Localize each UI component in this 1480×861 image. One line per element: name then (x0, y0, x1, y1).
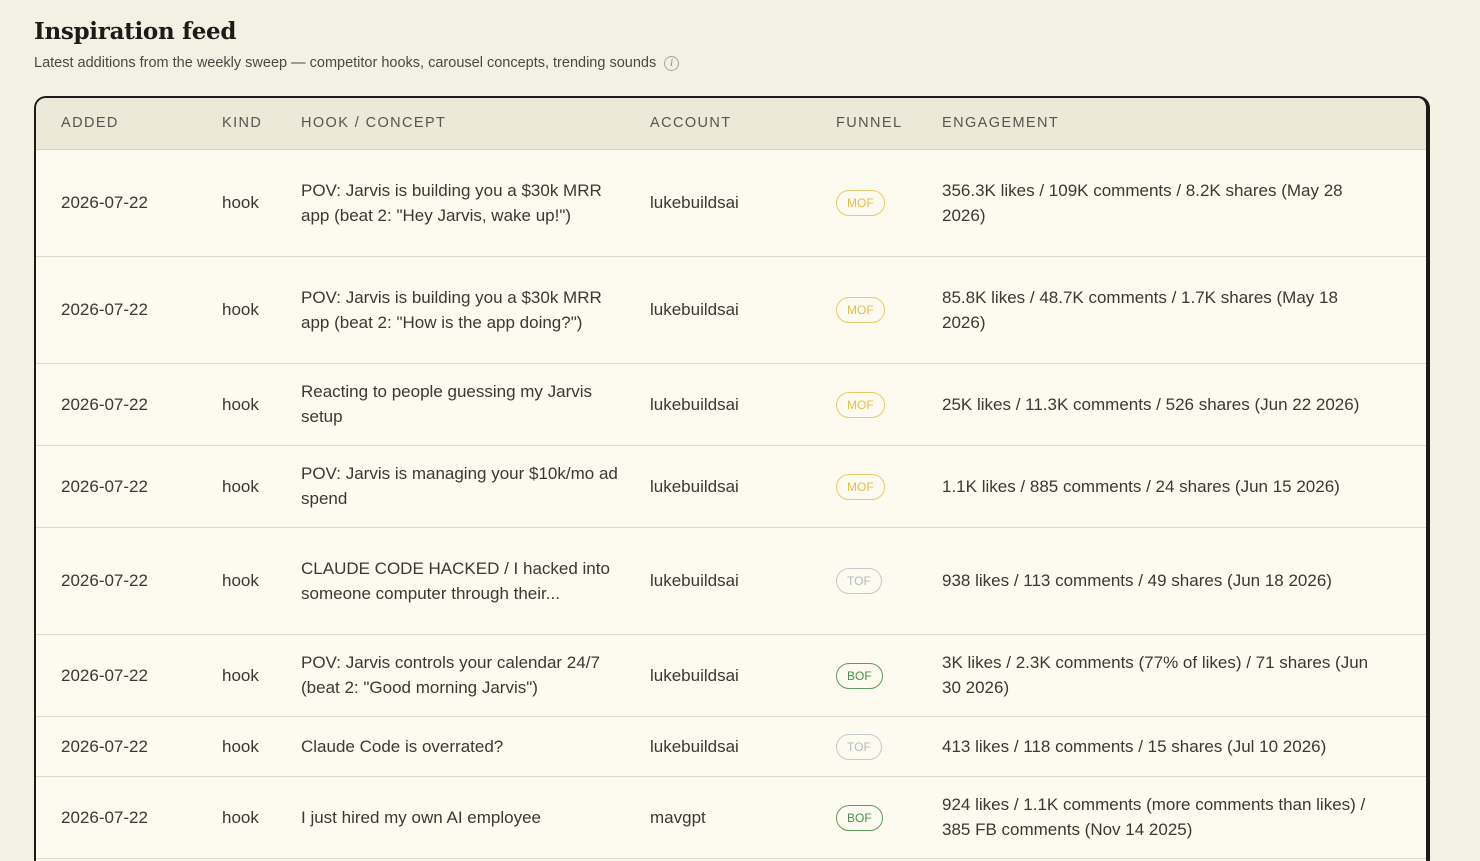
cell-kind: hook (222, 527, 301, 635)
page-title: Inspiration feed (34, 18, 237, 45)
funnel-badge: MOF (836, 297, 885, 323)
cell-added: 2026-07-22 (36, 445, 222, 528)
table-header-row: ADDED KIND HOOK / CONCEPT ACCOUNT FUNNEL… (36, 98, 1426, 150)
cell-engagement: 25K likes / 11.3K comments / 526 shares … (942, 363, 1426, 446)
cell-hook: CLAUDE CODE HACKED / I hacked into someo… (301, 527, 650, 635)
column-header-added[interactable]: ADDED (36, 98, 222, 150)
column-header-funnel[interactable]: FUNNEL (836, 98, 942, 150)
cell-hook: Reacting to people guessing my Jarvis se… (301, 363, 650, 446)
cell-account: lukebuildsai (650, 149, 836, 257)
cell-funnel: MOF (836, 149, 942, 257)
cell-kind: hook (222, 149, 301, 257)
cell-added: 2026-07-22 (36, 527, 222, 635)
funnel-badge: MOF (836, 391, 885, 418)
cell-engagement: 938 likes / 113 comments / 49 shares (Ju… (942, 527, 1426, 635)
cell-kind: hook (222, 776, 301, 859)
cell-hook: I just hired my own AI employee (301, 776, 650, 859)
info-icon[interactable]: i (664, 55, 680, 71)
cell-hook: POV: Jarvis is managing your $10k/mo ad … (301, 445, 650, 528)
cell-engagement: 413 likes / 118 comments / 15 shares (Ju… (942, 716, 1426, 777)
cell-funnel: BOF (836, 634, 942, 717)
table-row[interactable]: 2026-07-22 hook POV: Jarvis controls you… (36, 634, 1426, 717)
cell-engagement: 3K likes / 2.3K comments (77% of likes) … (942, 634, 1426, 717)
funnel-badge: BOF (836, 662, 883, 689)
funnel-badge: MOF (836, 473, 885, 500)
table-row[interactable]: 2026-07-22 hook POV: Jarvis is building … (36, 256, 1426, 364)
cell-kind: hook (222, 363, 301, 446)
column-header-account[interactable]: ACCOUNT (650, 98, 836, 150)
funnel-badge: BOF (836, 804, 883, 831)
cell-funnel: MOF (836, 363, 942, 446)
cell-added: 2026-07-22 (36, 256, 222, 364)
funnel-badge: MOF (836, 190, 885, 216)
cell-kind: hook (222, 256, 301, 364)
table-row[interactable]: 2026-07-22 hook Reacting to people guess… (36, 363, 1426, 446)
cell-funnel: BOF (836, 776, 942, 859)
cell-funnel: TOF (836, 716, 942, 777)
cell-added: 2026-07-22 (36, 634, 222, 717)
cell-engagement: 356.3K likes / 109K comments / 8.2K shar… (942, 149, 1426, 257)
column-header-hook-concept[interactable]: HOOK / CONCEPT (301, 98, 650, 150)
inspiration-table-card: ADDED KIND HOOK / CONCEPT ACCOUNT FUNNEL… (34, 96, 1430, 861)
cell-engagement: 1.1K likes / 885 comments / 24 shares (J… (942, 445, 1426, 528)
cell-funnel: MOF (836, 256, 942, 364)
subtitle-text: Latest additions from the weekly sweep —… (34, 55, 657, 71)
cell-account: mavgpt (650, 776, 836, 859)
cell-added: 2026-07-22 (36, 149, 222, 257)
cell-account: lukebuildsai (650, 445, 836, 528)
inspiration-feed-page: Inspiration feed Latest additions from t… (0, 0, 1480, 861)
cell-account: lukebuildsai (650, 716, 836, 777)
cell-funnel: TOF (836, 527, 942, 635)
table-row[interactable]: 2026-07-22 hook POV: Jarvis is building … (36, 149, 1426, 257)
funnel-badge: TOF (836, 568, 882, 594)
cell-kind: hook (222, 445, 301, 528)
cell-hook: POV: Jarvis controls your calendar 24/7 … (301, 634, 650, 717)
cell-hook: Claude Code is overrated? (301, 716, 650, 777)
cell-account: lukebuildsai (650, 634, 836, 717)
cell-added: 2026-07-22 (36, 363, 222, 446)
cell-kind: hook (222, 634, 301, 717)
funnel-badge: TOF (836, 733, 882, 760)
cell-account: lukebuildsai (650, 256, 836, 364)
table-row[interactable]: 2026-07-22 hook POV: Jarvis is managing … (36, 445, 1426, 528)
table-row[interactable]: 2026-07-22 hook I just hired my own AI e… (36, 776, 1426, 859)
table-row[interactable]: 2026-07-22 hook Claude Code is overrated… (36, 716, 1426, 777)
page-subtitle: Latest additions from the weekly sweep —… (34, 55, 680, 71)
cell-hook: POV: Jarvis is building you a $30k MRR a… (301, 149, 650, 257)
cell-kind: hook (222, 716, 301, 777)
cell-engagement: 924 likes / 1.1K comments (more comments… (942, 776, 1426, 859)
cell-engagement: 85.8K likes / 48.7K comments / 1.7K shar… (942, 256, 1426, 364)
table-row[interactable]: 2026-07-22 hook CLAUDE CODE HACKED / I h… (36, 527, 1426, 635)
cell-hook: POV: Jarvis is building you a $30k MRR a… (301, 256, 650, 364)
cell-account: lukebuildsai (650, 527, 836, 635)
cell-added: 2026-07-22 (36, 716, 222, 777)
cell-added: 2026-07-22 (36, 776, 222, 859)
cell-account: lukebuildsai (650, 363, 836, 446)
inspiration-table: ADDED KIND HOOK / CONCEPT ACCOUNT FUNNEL… (36, 98, 1426, 859)
column-header-engagement[interactable]: ENGAGEMENT (942, 98, 1426, 150)
cell-funnel: MOF (836, 445, 942, 528)
column-header-kind[interactable]: KIND (222, 98, 301, 150)
